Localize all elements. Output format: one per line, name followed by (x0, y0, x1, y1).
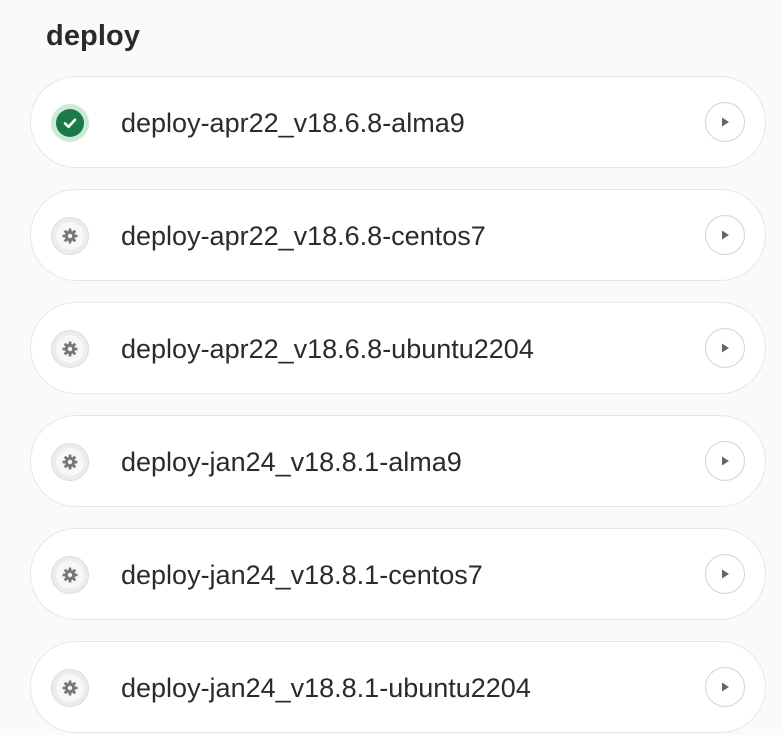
job-row[interactable]: deploy-jan24_v18.8.1-alma9 (30, 415, 766, 507)
job-name[interactable]: deploy-jan24_v18.8.1-centos7 (121, 529, 483, 621)
status-badge[interactable] (51, 669, 89, 707)
status-badge[interactable] (51, 104, 89, 142)
job-row[interactable]: deploy-apr22_v18.6.8-alma9 (30, 76, 766, 168)
pipeline-stage: deploy deploy-apr22_v18.6.8-alma9 deploy… (0, 0, 783, 735)
play-button[interactable] (705, 215, 745, 255)
check-circle-icon (63, 118, 77, 129)
gear-icon (62, 341, 78, 357)
job-name[interactable]: deploy-jan24_v18.8.1-alma9 (121, 416, 462, 508)
job-name[interactable]: deploy-apr22_v18.6.8-alma9 (121, 77, 465, 169)
job-name[interactable]: deploy-jan24_v18.8.1-ubuntu2204 (121, 642, 531, 734)
play-button[interactable] (705, 441, 745, 481)
play-button[interactable] (705, 102, 745, 142)
play-button[interactable] (705, 328, 745, 368)
play-icon (722, 682, 729, 692)
status-badge[interactable] (51, 217, 89, 255)
play-icon (722, 117, 729, 127)
job-row[interactable]: deploy-apr22_v18.6.8-ubuntu2204 (30, 302, 766, 394)
job-row[interactable]: deploy-apr22_v18.6.8-centos7 (30, 189, 766, 281)
gear-icon (62, 454, 78, 470)
play-icon (722, 456, 729, 466)
play-icon (722, 343, 729, 353)
job-row[interactable]: deploy-jan24_v18.8.1-centos7 (30, 528, 766, 620)
job-name[interactable]: deploy-apr22_v18.6.8-ubuntu2204 (121, 303, 534, 395)
job-list: deploy-apr22_v18.6.8-alma9 deploy-apr22_… (30, 76, 766, 735)
play-button[interactable] (705, 554, 745, 594)
play-icon (722, 230, 729, 240)
status-badge[interactable] (51, 330, 89, 368)
gear-icon (62, 680, 78, 696)
job-name[interactable]: deploy-apr22_v18.6.8-centos7 (121, 190, 486, 282)
play-icon (722, 569, 729, 579)
play-button[interactable] (705, 667, 745, 707)
status-badge[interactable] (51, 443, 89, 481)
stage-title: deploy (46, 20, 141, 52)
gear-icon (62, 567, 78, 583)
status-badge[interactable] (51, 556, 89, 594)
gear-icon (62, 228, 78, 244)
job-row[interactable]: deploy-jan24_v18.8.1-ubuntu2204 (30, 641, 766, 733)
